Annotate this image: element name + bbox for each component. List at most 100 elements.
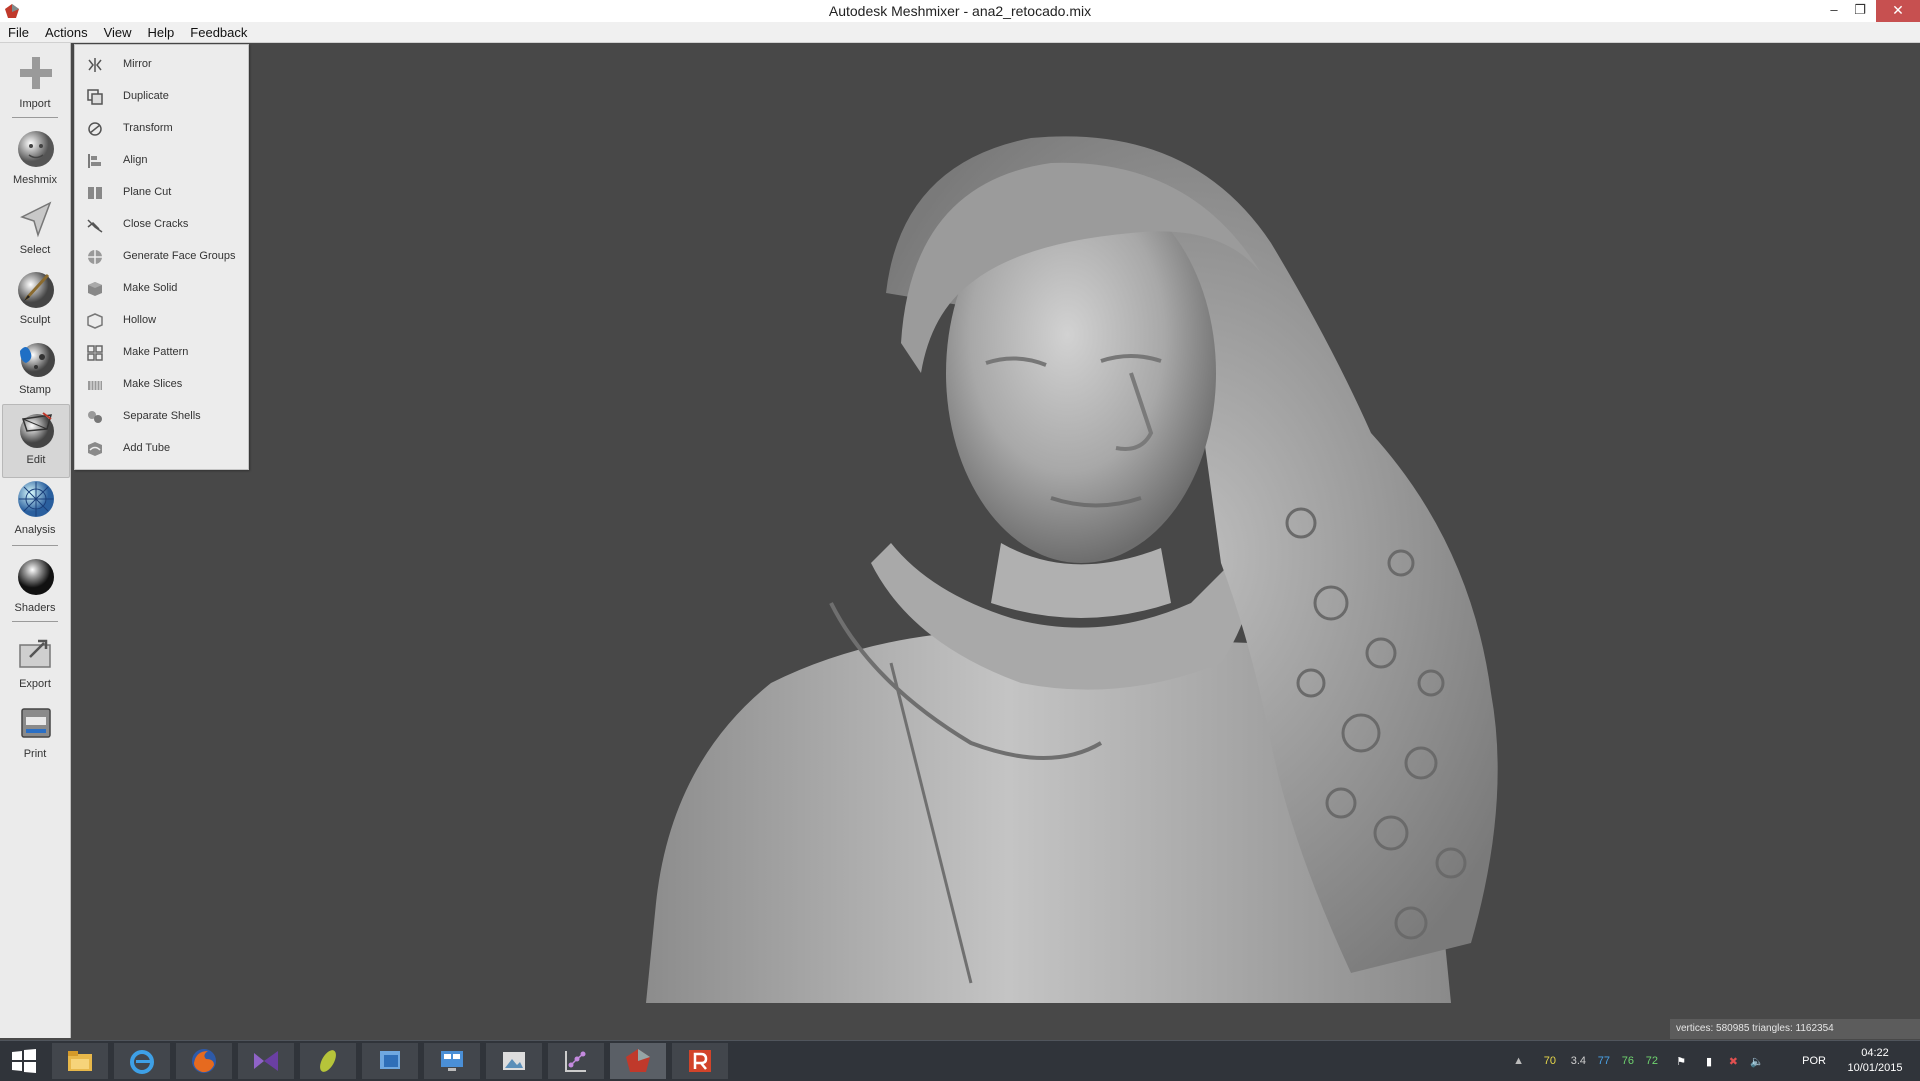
edit-menu-hollow[interactable]: Hollow xyxy=(75,305,248,337)
mesh-model[interactable] xyxy=(71,43,1920,1040)
plane-cut-icon xyxy=(88,187,102,199)
add-tube-icon xyxy=(88,442,102,456)
edit-menu-label: Mirror xyxy=(123,58,152,70)
firefox-icon xyxy=(192,1049,216,1073)
tool-print[interactable]: Print xyxy=(2,699,68,771)
notes-icon xyxy=(380,1051,400,1069)
edit-menu-align[interactable]: Align xyxy=(75,145,248,177)
make-solid-icon xyxy=(88,282,102,296)
tool-label: Meshmix xyxy=(12,174,57,186)
tray-value-3: 77 xyxy=(1597,1055,1610,1067)
edit-menu-label: Generate Face Groups xyxy=(123,250,236,262)
tool-label: Select xyxy=(19,244,51,256)
system-clock[interactable]: 04:22 10/01/2015 xyxy=(1840,1046,1910,1076)
menu-file[interactable]: File xyxy=(0,22,37,41)
menu-feedback[interactable]: Feedback xyxy=(182,22,255,41)
volume-icon[interactable]: 🔈 xyxy=(1750,1055,1764,1068)
meshlab-icon xyxy=(320,1050,336,1072)
clock-time: 04:22 xyxy=(1861,1047,1889,1059)
edit-menu-transform[interactable]: Transform xyxy=(75,113,248,145)
menu-view[interactable]: View xyxy=(96,22,140,41)
tool-shaders[interactable]: Shaders xyxy=(2,553,68,625)
input-language[interactable]: POR xyxy=(1802,1055,1826,1067)
image-viewer-icon xyxy=(503,1052,525,1070)
edit-menu-separate-shells[interactable]: Separate Shells xyxy=(75,401,248,433)
internet-explorer-icon xyxy=(130,1050,154,1074)
tool-label: Shaders xyxy=(14,602,56,614)
taskbar: ▲ 70 3.4 77 76 72 ⚑ ▮ ✖ 🔈 POR 04:22 10/0… xyxy=(0,1040,1920,1081)
tray-value-4: 76 xyxy=(1621,1055,1634,1067)
tool-label: Export xyxy=(19,678,51,690)
edit-menu-label: Make Solid xyxy=(123,282,178,294)
edit-menu-mirror[interactable]: Mirror xyxy=(75,49,248,81)
align-icon xyxy=(88,154,101,168)
close-button[interactable]: ✕ xyxy=(1876,0,1920,22)
start-icon xyxy=(12,1049,36,1073)
menu-bar: File Actions View Help Feedback xyxy=(0,22,1920,43)
mirror-icon xyxy=(88,58,102,72)
edit-menu-close-cracks[interactable]: Close Cracks xyxy=(75,209,248,241)
edit-menu-make-slices[interactable]: Make Slices xyxy=(75,369,248,401)
edit-menu-generate-face-groups[interactable]: Generate Face Groups xyxy=(75,241,248,273)
edit-menu-label: Close Cracks xyxy=(123,218,189,230)
tool-stamp[interactable]: Stamp xyxy=(2,335,68,407)
plus-icon xyxy=(20,57,52,89)
tray-value-2: 3.4 xyxy=(1570,1055,1586,1067)
edit-menu-add-tube[interactable]: Add Tube xyxy=(75,433,248,465)
menu-help[interactable]: Help xyxy=(140,22,183,41)
taskbar-meshlab[interactable] xyxy=(300,1043,356,1079)
taskbar-remote-desktop[interactable] xyxy=(424,1043,480,1079)
edit-menu-make-pattern[interactable]: Make Pattern xyxy=(75,337,248,369)
visual-studio-icon xyxy=(254,1051,278,1071)
3d-viewport[interactable]: vertices: 580985 triangles: 1162354 xyxy=(71,43,1920,1040)
toolbar-divider xyxy=(12,545,58,546)
tool-label: Import xyxy=(19,98,51,110)
edit-menu-make-solid[interactable]: Make Solid xyxy=(75,273,248,305)
minimize-button[interactable]: – xyxy=(1820,0,1848,22)
edit-menu-label: Transform xyxy=(123,122,173,134)
action-center-flag-icon[interactable]: ⚑ xyxy=(1676,1055,1686,1068)
file-explorer-icon xyxy=(68,1051,92,1071)
edit-menu-label: Add Tube xyxy=(123,442,171,454)
taskbar-image-viewer[interactable] xyxy=(486,1043,542,1079)
left-toolbar: Import Meshmix Select Sculpt Stamp Edit … xyxy=(0,43,71,1038)
close-cracks-icon xyxy=(87,219,103,233)
tray-show-hidden-icon[interactable]: ▲ xyxy=(1513,1055,1524,1067)
tool-sculpt[interactable]: Sculpt xyxy=(2,265,68,337)
taskbar-meshmixer[interactable] xyxy=(610,1043,666,1079)
edit-menu-label: Separate Shells xyxy=(123,410,201,422)
tool-analysis[interactable]: Analysis xyxy=(2,475,68,547)
taskbar-visual-studio[interactable] xyxy=(238,1043,294,1079)
toolbar-divider xyxy=(12,117,58,118)
taskbar-revit[interactable] xyxy=(672,1043,728,1079)
taskbar-notes[interactable] xyxy=(362,1043,418,1079)
taskbar-file-explorer[interactable] xyxy=(52,1043,108,1079)
restore-button[interactable]: ❐ xyxy=(1846,0,1874,22)
edit-menu-label: Make Slices xyxy=(123,378,183,390)
remote-desktop-icon xyxy=(441,1051,463,1071)
taskbar-firefox[interactable] xyxy=(176,1043,232,1079)
graph-tool-icon xyxy=(565,1051,586,1072)
taskbar-internet-explorer[interactable] xyxy=(114,1043,170,1079)
stamp-sphere-icon xyxy=(20,343,55,377)
start-button[interactable] xyxy=(0,1043,48,1079)
edit-menu-duplicate[interactable]: Duplicate xyxy=(75,81,248,113)
tool-meshmix[interactable]: Meshmix xyxy=(2,125,68,197)
arrow-cursor-icon xyxy=(20,201,52,238)
tool-import[interactable]: Import xyxy=(2,49,68,121)
power-icon[interactable]: ▮ xyxy=(1706,1055,1712,1068)
duplicate-icon xyxy=(87,89,103,105)
hollow-icon xyxy=(87,313,103,329)
tool-select[interactable]: Select xyxy=(2,195,68,267)
tool-export[interactable]: Export xyxy=(2,629,68,701)
mesh-stats-readout: vertices: 580985 triangles: 1162354 xyxy=(1670,1019,1920,1039)
make-slices-icon xyxy=(88,381,102,390)
taskbar-graph-tool[interactable] xyxy=(548,1043,604,1079)
network-icon[interactable]: ✖ xyxy=(1729,1055,1738,1068)
menu-actions[interactable]: Actions xyxy=(37,22,96,41)
tool-edit[interactable]: Edit xyxy=(2,404,70,478)
printer-icon xyxy=(21,708,51,738)
edit-menu-plane-cut[interactable]: Plane Cut xyxy=(75,177,248,209)
tray-value-1: 70 xyxy=(1543,1055,1556,1067)
bunny-head-icon xyxy=(18,131,54,167)
